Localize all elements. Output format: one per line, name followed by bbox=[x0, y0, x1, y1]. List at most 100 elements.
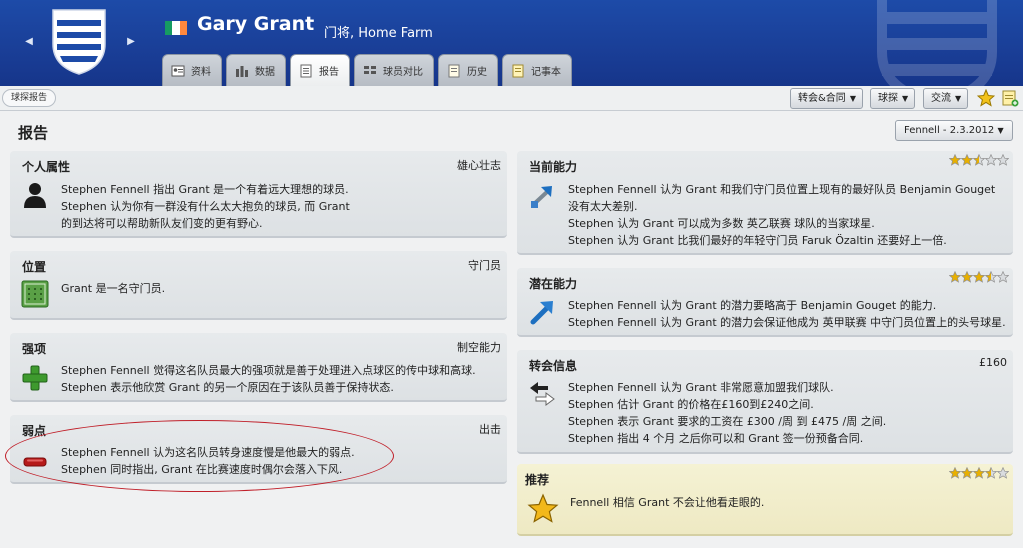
text-line: Stephen 认为你有一群没有什么太大抱负的球员, 而 Grant bbox=[61, 200, 350, 213]
tab-history[interactable]: 历史 bbox=[438, 54, 498, 86]
star-icon bbox=[997, 271, 1009, 283]
text-line: Stephen Fennell 认为 Grant 的潜力要略高于 Benjami… bbox=[568, 299, 937, 312]
chevron-down-icon: ▼ bbox=[955, 94, 962, 103]
flag-stripe-green bbox=[165, 21, 173, 35]
star-icon bbox=[949, 154, 961, 166]
chevron-down-icon: ▼ bbox=[849, 94, 856, 103]
star-rating bbox=[949, 467, 1009, 479]
text-line: Stephen Fennell 认为 Grant 和我们守门员位置上现有的最好队… bbox=[568, 183, 996, 196]
panel-title: 转会信息 bbox=[529, 359, 578, 373]
text-line: Stephen Fennell 认为 Grant 非常愿意加盟我们球队. bbox=[568, 381, 834, 394]
player-name[interactable]: Gary Grant bbox=[197, 13, 314, 35]
current-ability-arrow-icon bbox=[531, 186, 552, 208]
text-line: Stephen 认为 Grant 比我们最好的年轻守门员 Faruk Özalt… bbox=[568, 234, 947, 247]
previous-arrow-icon[interactable]: ◀ bbox=[22, 35, 36, 49]
flag-stripe-white bbox=[172, 21, 180, 35]
toolbar: 球探报告 转会&合同 ▼ 球探 ▼ 交流 ▼ bbox=[0, 86, 1023, 111]
player-position-club[interactable]: 门将, Home Farm bbox=[324, 22, 433, 41]
star-icon bbox=[985, 271, 997, 283]
panel-title: 弱点 bbox=[22, 424, 47, 438]
star-icon bbox=[997, 154, 1009, 166]
scout-button[interactable]: 球探 ▼ bbox=[870, 88, 916, 109]
panel-position: 位置 守门员 Grant 是一名守门员. bbox=[10, 251, 507, 320]
panel-title: 当前能力 bbox=[529, 160, 578, 174]
panel-weaknesses: 弱点 出击 Stephen Fennell 认为这名队员转身速度慢是他最大的弱点… bbox=[10, 415, 507, 484]
person-silhouette-icon bbox=[24, 183, 46, 208]
text-line: Stephen 同时指出, Grant 在比赛速度时偶尔会落入下风. bbox=[61, 463, 343, 476]
panel-current-ability: 当前能力 Stephen Fennell 认为 Grant 和我们守门员位置上现… bbox=[517, 151, 1013, 255]
text-line: Stephen Fennell 指出 Grant 是一个有着远大理想的球员. bbox=[61, 183, 349, 196]
minus-icon bbox=[23, 457, 47, 467]
transfer-arrows-icon bbox=[530, 382, 555, 406]
tab-label: 数据 bbox=[255, 67, 275, 78]
panel-strengths: 强项 制空能力 Stephen Fennell 觉得这名队员最大的强项就是善于处… bbox=[10, 333, 507, 402]
text-line: 没有太大差别. bbox=[568, 200, 638, 213]
compare-icon bbox=[364, 65, 376, 74]
text-line: Stephen 指出 4 个月 之后你可以和 Grant 签一份预备合同. bbox=[568, 432, 864, 445]
star-icon bbox=[949, 467, 961, 479]
profile-header: ◀ ▶ Gary Grant 门将, Home Farm 资料 数据 报告 球员… bbox=[0, 0, 1023, 86]
star-icon bbox=[985, 467, 997, 479]
tab-label: 资料 bbox=[191, 67, 211, 78]
text-line: Stephen 估计 Grant 的价格在£160到£240之间. bbox=[568, 398, 814, 411]
tab-notes[interactable]: 记事本 bbox=[502, 54, 572, 86]
tab-report[interactable]: 报告 bbox=[290, 54, 350, 86]
tab-stats[interactable]: 数据 bbox=[226, 54, 286, 86]
star-icon bbox=[961, 154, 973, 166]
pitch-position-icon bbox=[21, 280, 49, 308]
select-value: Fennell - 2.3.2012 bbox=[904, 125, 995, 136]
page-title: 报告 bbox=[18, 124, 49, 142]
panel-title: 推荐 bbox=[525, 473, 550, 487]
report-icon bbox=[300, 64, 312, 77]
star-icon bbox=[949, 271, 961, 283]
text-line: Fennell 相信 Grant 不会让他看走眼的. bbox=[570, 496, 765, 509]
star-icon bbox=[985, 154, 997, 166]
panel-text: Stephen Fennell 认为 Grant 非常愿意加盟我们球队. Ste… bbox=[568, 379, 886, 447]
chevron-down-icon: ▼ bbox=[902, 94, 909, 103]
profile-icon bbox=[171, 65, 185, 76]
star-icon bbox=[973, 271, 985, 283]
panel-text: Stephen Fennell 认为 Grant 和我们守门员位置上现有的最好队… bbox=[568, 181, 995, 249]
panel-value: 雄心壮志 bbox=[457, 159, 501, 172]
interact-button[interactable]: 交流 ▼ bbox=[923, 88, 969, 109]
transfer-contract-button[interactable]: 转会&合同 ▼ bbox=[790, 88, 863, 109]
panel-recommendation: 推荐 Fennell 相信 Grant 不会让他看走眼的. bbox=[517, 464, 1013, 536]
panel-value: £160 bbox=[979, 356, 1007, 369]
panel-value: 出击 bbox=[479, 423, 501, 436]
text-line: 的到达将可以帮助新队友们变的更有野心. bbox=[61, 217, 263, 230]
star-icon bbox=[997, 467, 1009, 479]
history-icon bbox=[448, 64, 460, 77]
star-icon bbox=[961, 467, 973, 479]
panel-text: Fennell 相信 Grant 不会让他看走眼的. bbox=[570, 494, 764, 511]
scout-report-select[interactable]: Fennell - 2.3.2012 ▼ bbox=[895, 120, 1013, 141]
tab-compare[interactable]: 球员对比 bbox=[354, 54, 434, 86]
star-rating bbox=[949, 271, 1009, 283]
panel-text: Stephen Fennell 觉得这名队员最大的强项就是善于处理进入点球区的传… bbox=[61, 362, 476, 396]
button-label: 转会&合同 bbox=[798, 93, 846, 104]
breadcrumb[interactable]: 球探报告 bbox=[2, 89, 57, 107]
panel-transfer-info: 转会信息 £160 Stephen Fennell 认为 Grant 非常愿意加… bbox=[517, 350, 1013, 454]
recommend-star-icon bbox=[527, 493, 559, 523]
potential-arrow-icon bbox=[530, 301, 553, 325]
club-crest-icon bbox=[52, 9, 106, 75]
panel-potential-ability: 潜在能力 Stephen Fennell 认为 Grant 的潜力要略高于 Be… bbox=[517, 268, 1013, 337]
panel-value: 制空能力 bbox=[457, 341, 501, 354]
star-icon bbox=[973, 467, 985, 479]
add-note-icon[interactable] bbox=[1001, 89, 1019, 107]
text-line: Stephen Fennell 觉得这名队员最大的强项就是善于处理进入点球区的传… bbox=[61, 364, 476, 377]
panel-text: Stephen Fennell 认为这名队员转身速度慢是他最大的弱点. Step… bbox=[61, 444, 355, 478]
text-line: Grant 是一名守门员. bbox=[61, 282, 166, 295]
panel-text: Grant 是一名守门员. bbox=[61, 280, 165, 297]
text-line: Stephen 认为 Grant 可以成为多数 英乙联赛 球队的当家球星. bbox=[568, 217, 875, 230]
button-label: 交流 bbox=[931, 93, 951, 104]
chevron-down-icon: ▼ bbox=[997, 126, 1004, 135]
club-crest-watermark-icon bbox=[877, 0, 997, 86]
next-arrow-icon[interactable]: ▶ bbox=[124, 35, 138, 49]
text-line: Stephen 表示 Grant 要求的工资在 £300 /周 到 £475 /… bbox=[568, 415, 887, 428]
shortlist-star-icon[interactable] bbox=[977, 89, 995, 107]
tab-profile[interactable]: 资料 bbox=[162, 54, 222, 86]
notes-icon bbox=[512, 64, 524, 77]
panel-title: 位置 bbox=[22, 260, 47, 274]
star-rating bbox=[949, 154, 1009, 166]
text-line: Stephen Fennell 认为这名队员转身速度慢是他最大的弱点. bbox=[61, 446, 355, 459]
